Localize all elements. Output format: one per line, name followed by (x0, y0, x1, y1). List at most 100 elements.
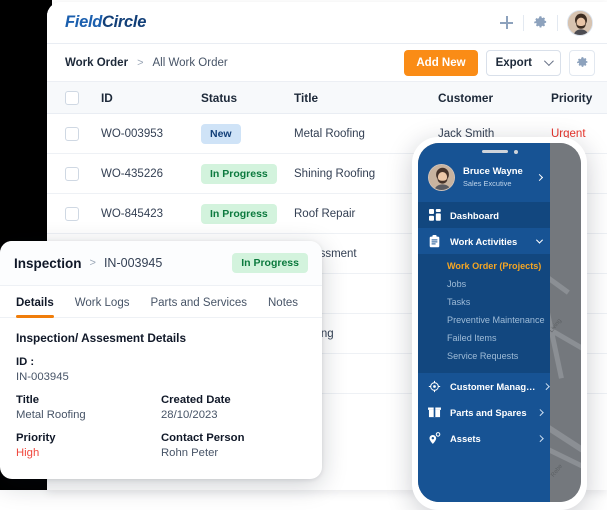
row-select-cell (65, 126, 101, 141)
column-header-priority[interactable]: Priority (551, 91, 607, 105)
gear-icon[interactable] (533, 15, 548, 30)
tab-details[interactable]: Details (16, 297, 54, 318)
submenu-item[interactable]: Work Order (Projects) (418, 257, 550, 275)
inspection-body: Inspection/ Assesment Details ID : IN-00… (0, 318, 322, 459)
field-label: Priority (16, 432, 56, 444)
row-checkbox[interactable] (65, 166, 79, 181)
nav-item-assets[interactable]: Assets (418, 425, 550, 451)
chevron-right-icon (536, 434, 543, 442)
field-id: ID : IN-003945 (16, 356, 306, 383)
chevron-right-icon (535, 173, 544, 182)
export-label: Export (495, 56, 532, 69)
nav-item-parts-and-spares[interactable]: Parts and Spares (418, 399, 550, 425)
avatar[interactable] (567, 9, 593, 36)
field-contact-person: Contact Person Rohn Peter (161, 432, 306, 459)
field-row-2: Priority High Contact Person Rohn Peter (16, 432, 306, 459)
app-logo: FieldCircle (65, 13, 146, 32)
table-header: ID Status Title Customer Priority (47, 82, 607, 114)
column-header-title[interactable]: Title (294, 91, 438, 105)
field-value: IN-003945 (16, 371, 69, 383)
nav-item-dashboard[interactable]: Dashboard (418, 202, 550, 228)
export-button[interactable]: Export (485, 49, 561, 76)
field-label: Title (16, 394, 40, 406)
row-select-cell (65, 166, 101, 181)
cell-title: Metal Roofing (294, 127, 365, 140)
gear-icon (576, 57, 587, 67)
cell-status: In Progress (201, 163, 294, 184)
status-badge: New (201, 123, 241, 144)
divider (523, 14, 524, 31)
drawer-user-text: Bruce Wayne Sales Excutive (463, 166, 523, 188)
row-checkbox[interactable] (65, 206, 79, 221)
nav-item-work-activities[interactable]: Work Activities (418, 228, 550, 254)
row-checkbox[interactable] (65, 126, 79, 141)
user-role: Sales Excutive (463, 178, 512, 188)
divider (557, 14, 558, 31)
avatar (428, 164, 455, 191)
inspection-separator: > (89, 257, 96, 269)
breadcrumb-actions: Add New Export (404, 49, 595, 76)
mobile-nav-drawer: Bruce Wayne Sales Excutive Dashboard Wor… (418, 143, 550, 502)
dashboard-icon (428, 209, 441, 222)
phone-mockup: Living Rebe Bruce Wayne Sales Excutive D… (412, 137, 587, 510)
nav-item-label: Parts and Spares (450, 406, 527, 418)
topbar-actions (499, 9, 593, 36)
field-label: ID : (16, 356, 35, 368)
field-row-1: Title Metal Roofing Created Date 28/10/2… (16, 394, 306, 421)
chevron-right-icon (536, 408, 543, 416)
logo-field: Field (65, 13, 103, 31)
submenu-item[interactable]: Preventive Maintenance (418, 311, 550, 329)
status-badge: In Progress (201, 203, 277, 224)
select-all-checkbox[interactable] (65, 90, 79, 105)
breadcrumb-separator: > (137, 56, 144, 69)
column-header-status[interactable]: Status (201, 91, 294, 105)
map-label: Rebe (550, 463, 564, 479)
inspection-record-id: IN-003945 (103, 256, 163, 270)
user-name: Bruce Wayne (463, 166, 523, 178)
section-title: Inspection/ Assesment Details (16, 331, 187, 345)
target-icon (428, 380, 441, 393)
field-created-date: Created Date 28/10/2023 (161, 394, 306, 421)
speaker-icon (481, 150, 508, 153)
select-all-cell (65, 90, 101, 105)
nav-item-label: Customer Manag… (450, 380, 536, 392)
table-settings-button[interactable] (569, 49, 595, 76)
tab-notes[interactable]: Notes (268, 297, 298, 317)
nav-item-label: Dashboard (450, 209, 499, 221)
nav-item-customer-management[interactable]: Customer Manag… (418, 373, 550, 399)
work-activities-submenu: Work Order (Projects) Jobs Tasks Preventive… (418, 254, 550, 373)
tab-work-logs[interactable]: Work Logs (75, 297, 130, 317)
cell-status: In Progress (201, 203, 294, 224)
chevron-down-icon (535, 236, 544, 244)
breadcrumb-root[interactable]: Work Order (65, 57, 128, 69)
chevron-down-icon (543, 56, 554, 67)
phone-screen: Living Rebe Bruce Wayne Sales Excutive D… (418, 143, 581, 502)
field-priority: Priority High (16, 432, 161, 459)
cell-status: New (201, 123, 294, 144)
field-label: Contact Person (161, 432, 245, 444)
tab-parts-and-services[interactable]: Parts and Services (150, 297, 247, 317)
field-value: Metal Roofing (16, 409, 86, 421)
camera-icon (513, 149, 518, 154)
submenu-item[interactable]: Service Requests (418, 347, 550, 365)
breadcrumb-bar: Work Order > All Work Order Add New Expo… (47, 44, 607, 82)
plus-icon[interactable] (499, 15, 514, 30)
submenu-item[interactable]: Failed Items (418, 329, 550, 347)
app-topbar: FieldCircle (47, 2, 607, 44)
status-badge: In Progress (201, 163, 277, 184)
column-header-customer[interactable]: Customer (438, 91, 551, 105)
column-header-id[interactable]: ID (101, 91, 201, 105)
breadcrumb-current: All Work Order (152, 56, 228, 69)
cell-id: WO-845423 (101, 207, 164, 220)
chevron-right-icon (543, 382, 550, 390)
nav-item-truncated[interactable] (418, 486, 550, 502)
field-label: Created Date (161, 394, 231, 406)
clipboard-icon (428, 234, 441, 248)
nav-item-label: Work Activities (450, 235, 518, 247)
submenu-item[interactable]: Jobs (418, 275, 550, 293)
add-new-button[interactable]: Add New (404, 49, 478, 76)
field-value: High (16, 447, 40, 459)
logo-circle: Circle (102, 13, 147, 31)
submenu-item[interactable]: Tasks (418, 293, 550, 311)
nav-item-label: Assets (450, 432, 481, 444)
